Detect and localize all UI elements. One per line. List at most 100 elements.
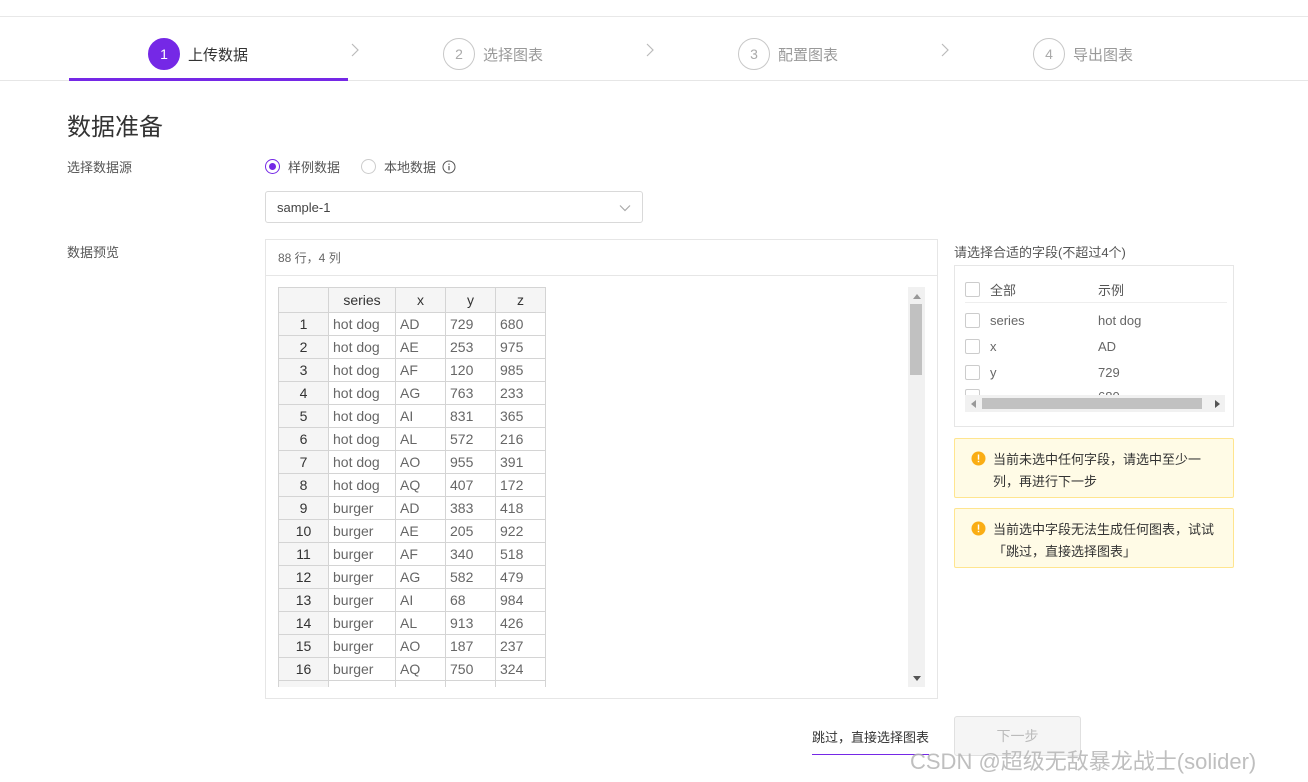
cell-z[interactable]: 922 (495, 519, 546, 543)
cell-series[interactable]: burger (328, 565, 396, 589)
cell-z[interactable]: 479 (495, 565, 546, 589)
cell-z[interactable]: 324 (495, 657, 546, 681)
cell-z[interactable]: 172 (495, 473, 546, 497)
data-grid-viewport[interactable]: series x y z 1 hot dog AD 729 680 2 hot dog AE 2… (278, 287, 926, 687)
cell-z[interactable]: 237 (495, 634, 546, 658)
field-row[interactable]: y 729 (965, 360, 1227, 384)
row-number[interactable] (278, 680, 329, 687)
cell-x[interactable]: AO (395, 450, 446, 474)
horizontal-scrollbar[interactable] (965, 395, 1225, 412)
column-header-y[interactable]: y (445, 287, 496, 313)
field-row[interactable]: x AD (965, 334, 1227, 358)
cell-y[interactable]: 582 (445, 565, 496, 589)
cell-y[interactable]: 729 (445, 312, 496, 336)
radio-sample-data[interactable]: 样例数据 (265, 157, 340, 176)
cell-y[interactable]: 340 (445, 542, 496, 566)
cell-x[interactable]: AQ (395, 657, 446, 681)
row-number[interactable]: 13 (278, 588, 329, 612)
row-number[interactable]: 16 (278, 657, 329, 681)
vertical-scrollbar[interactable] (908, 287, 925, 687)
cell-series[interactable]: burger (328, 657, 396, 681)
field-checkbox[interactable] (965, 338, 980, 354)
cell-x[interactable]: AE (395, 335, 446, 359)
cell-series[interactable]: burger (328, 634, 396, 658)
row-number[interactable]: 8 (278, 473, 329, 497)
cell-series[interactable]: burger (328, 611, 396, 635)
cell-x[interactable]: AL (395, 611, 446, 635)
cell-series[interactable]: burger (328, 519, 396, 543)
cell-x[interactable]: AD (395, 312, 446, 336)
cell-x[interactable]: AI (395, 588, 446, 612)
cell-y[interactable] (445, 680, 496, 687)
cell-y[interactable]: 68 (445, 588, 496, 612)
cell-z[interactable]: 418 (495, 496, 546, 520)
step-configure-chart[interactable]: 3 配置图表 (738, 37, 838, 71)
column-header-x[interactable]: x (395, 287, 446, 313)
scroll-right-icon[interactable] (1210, 395, 1224, 412)
cell-series[interactable]: hot dog (328, 404, 396, 428)
cell-x[interactable]: AI (395, 404, 446, 428)
cell-z[interactable]: 426 (495, 611, 546, 635)
cell-series[interactable]: hot dog (328, 427, 396, 451)
cell-x[interactable] (395, 680, 446, 687)
cell-y[interactable]: 187 (445, 634, 496, 658)
column-header-z[interactable]: z (495, 287, 546, 313)
cell-series[interactable]: burger (328, 542, 396, 566)
cell-z[interactable]: 985 (495, 358, 546, 382)
field-row[interactable]: series hot dog (965, 308, 1227, 332)
cell-z[interactable]: 216 (495, 427, 546, 451)
cell-series[interactable]: hot dog (328, 335, 396, 359)
row-number[interactable]: 5 (278, 404, 329, 428)
cell-series[interactable] (328, 680, 396, 687)
step-upload-data[interactable]: 1 上传数据 (148, 37, 248, 71)
row-number[interactable]: 1 (278, 312, 329, 336)
scrollbar-thumb[interactable] (910, 304, 922, 375)
row-number[interactable]: 3 (278, 358, 329, 382)
scroll-left-icon[interactable] (966, 395, 980, 412)
cell-series[interactable]: hot dog (328, 450, 396, 474)
dataset-select[interactable]: sample-1 (265, 191, 643, 223)
cell-z[interactable] (495, 680, 546, 687)
cell-y[interactable]: 205 (445, 519, 496, 543)
cell-z[interactable]: 984 (495, 588, 546, 612)
radio-local-data[interactable]: 本地数据 (361, 157, 456, 176)
row-number[interactable]: 14 (278, 611, 329, 635)
row-number[interactable]: 7 (278, 450, 329, 474)
cell-x[interactable]: AF (395, 542, 446, 566)
cell-series[interactable]: hot dog (328, 312, 396, 336)
cell-x[interactable]: AO (395, 634, 446, 658)
cell-z[interactable]: 365 (495, 404, 546, 428)
step-choose-chart[interactable]: 2 选择图表 (443, 37, 543, 71)
cell-x[interactable]: AG (395, 565, 446, 589)
step-export-chart[interactable]: 4 导出图表 (1033, 37, 1133, 71)
cell-y[interactable]: 383 (445, 496, 496, 520)
cell-series[interactable]: burger (328, 496, 396, 520)
cell-y[interactable]: 407 (445, 473, 496, 497)
cell-y[interactable]: 913 (445, 611, 496, 635)
row-number[interactable]: 6 (278, 427, 329, 451)
scroll-up-icon[interactable] (908, 289, 925, 303)
cell-x[interactable]: AF (395, 358, 446, 382)
row-number[interactable]: 10 (278, 519, 329, 543)
scrollbar-thumb[interactable] (982, 398, 1202, 409)
row-number[interactable]: 9 (278, 496, 329, 520)
cell-x[interactable]: AL (395, 427, 446, 451)
cell-z[interactable]: 975 (495, 335, 546, 359)
cell-x[interactable]: AD (395, 496, 446, 520)
cell-z[interactable]: 391 (495, 450, 546, 474)
info-icon[interactable] (442, 160, 456, 174)
field-checkbox[interactable] (965, 364, 980, 380)
cell-y[interactable]: 572 (445, 427, 496, 451)
cell-x[interactable]: AQ (395, 473, 446, 497)
cell-z[interactable]: 518 (495, 542, 546, 566)
cell-y[interactable]: 955 (445, 450, 496, 474)
select-all-checkbox[interactable] (965, 281, 980, 297)
scroll-down-icon[interactable] (908, 671, 925, 685)
field-checkbox[interactable] (965, 312, 980, 328)
cell-y[interactable]: 253 (445, 335, 496, 359)
cell-x[interactable]: AE (395, 519, 446, 543)
cell-series[interactable]: burger (328, 588, 396, 612)
cell-z[interactable]: 233 (495, 381, 546, 405)
cell-z[interactable]: 680 (495, 312, 546, 336)
cell-y[interactable]: 763 (445, 381, 496, 405)
